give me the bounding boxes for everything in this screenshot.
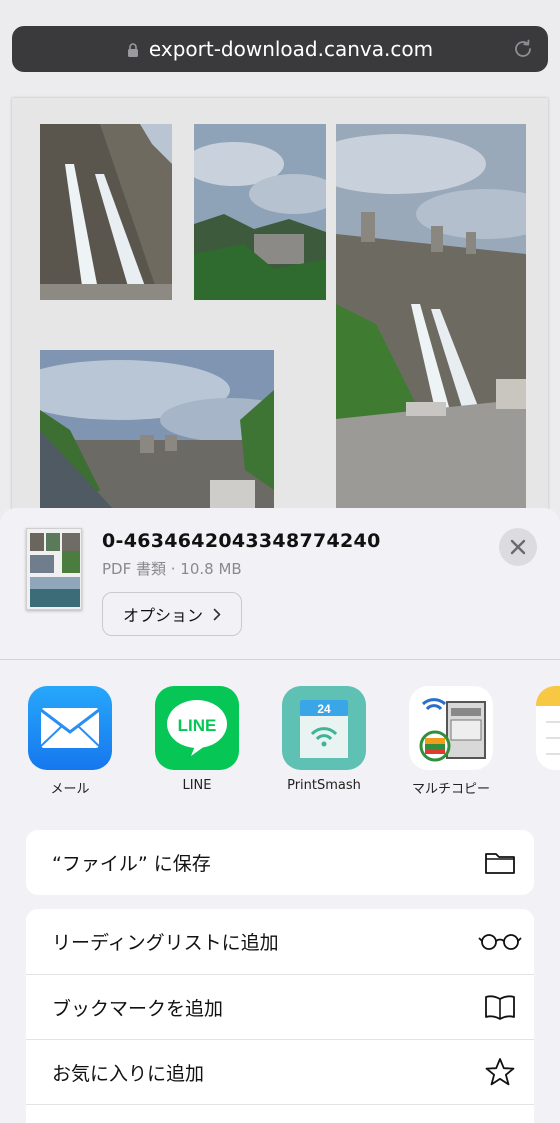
printsmash-icon: 24 (282, 686, 366, 770)
close-button[interactable] (499, 528, 537, 566)
chevron-right-icon (213, 608, 221, 620)
add-reading-list-label: リーディングリストに追加 (52, 932, 279, 954)
more-actions-row-partial[interactable] (26, 1104, 534, 1123)
pdf-preview[interactable] (12, 98, 548, 538)
app-mail[interactable]: メール (28, 686, 112, 797)
action-group-browser: リーディングリストに追加 ブックマークを追加 お気に入りに追加 (26, 909, 534, 1123)
book-icon (485, 995, 515, 1020)
line-icon: LINE (155, 686, 239, 770)
add-bookmark-label: ブックマークを追加 (52, 997, 224, 1020)
options-label: オプション (122, 606, 203, 625)
save-to-files-label: “ファイル” に保存 (52, 853, 211, 875)
star-icon (485, 1058, 515, 1086)
line-icon-text: LINE (178, 716, 217, 735)
lock-icon (127, 43, 138, 57)
file-name: 0-4634642043348774240 (102, 530, 381, 552)
mail-icon (28, 686, 112, 770)
photo-mountains (194, 124, 326, 300)
folder-icon (485, 853, 515, 874)
options-button[interactable]: オプション (102, 592, 242, 636)
share-sheet-header: 0-4634642043348774240 PDF 書類 · 10.8 MB オ… (0, 508, 560, 660)
notes-icon (536, 686, 560, 770)
file-meta: PDF 書類 · 10.8 MB (102, 560, 242, 578)
reload-icon[interactable] (512, 38, 534, 60)
share-sheet: 0-4634642043348774240 PDF 書類 · 10.8 MB オ… (0, 508, 560, 1123)
app-share-row: メール LINE LINE 24 PrintSmash マルチコピー (0, 686, 560, 806)
glasses-icon (478, 934, 522, 950)
browser-toolbar: export-download.canva.com (0, 0, 560, 90)
file-thumbnail (26, 528, 82, 610)
add-bookmark-row[interactable]: ブックマークを追加 (26, 974, 534, 1039)
photo-dam-spillways (40, 124, 172, 300)
app-label-printsmash: PrintSmash (287, 778, 361, 793)
add-reading-list-row[interactable]: リーディングリストに追加 (26, 909, 534, 974)
app-printsmash[interactable]: 24 PrintSmash (282, 686, 366, 793)
app-multicopy[interactable]: マルチコピー (409, 686, 493, 797)
app-label-multicopy: マルチコピー (411, 782, 490, 797)
multicopy-icon (409, 686, 493, 770)
url-text: export-download.canva.com (148, 37, 434, 61)
app-line[interactable]: LINE LINE (155, 686, 239, 793)
app-label-line: LINE (182, 778, 212, 793)
app-label-mail: メール (50, 782, 90, 797)
address-bar[interactable]: export-download.canva.com (12, 26, 548, 72)
printsmash-icon-text: 24 (317, 702, 331, 716)
add-favorite-label: お気に入りに追加 (52, 1062, 205, 1085)
action-group-save: “ファイル” に保存 (26, 830, 534, 895)
add-favorite-row[interactable]: お気に入りに追加 (26, 1039, 534, 1104)
save-to-files-row[interactable]: “ファイル” に保存 (26, 830, 534, 895)
photo-large-dam (336, 124, 526, 524)
app-notes-partial[interactable] (536, 686, 560, 770)
close-icon (510, 539, 526, 555)
